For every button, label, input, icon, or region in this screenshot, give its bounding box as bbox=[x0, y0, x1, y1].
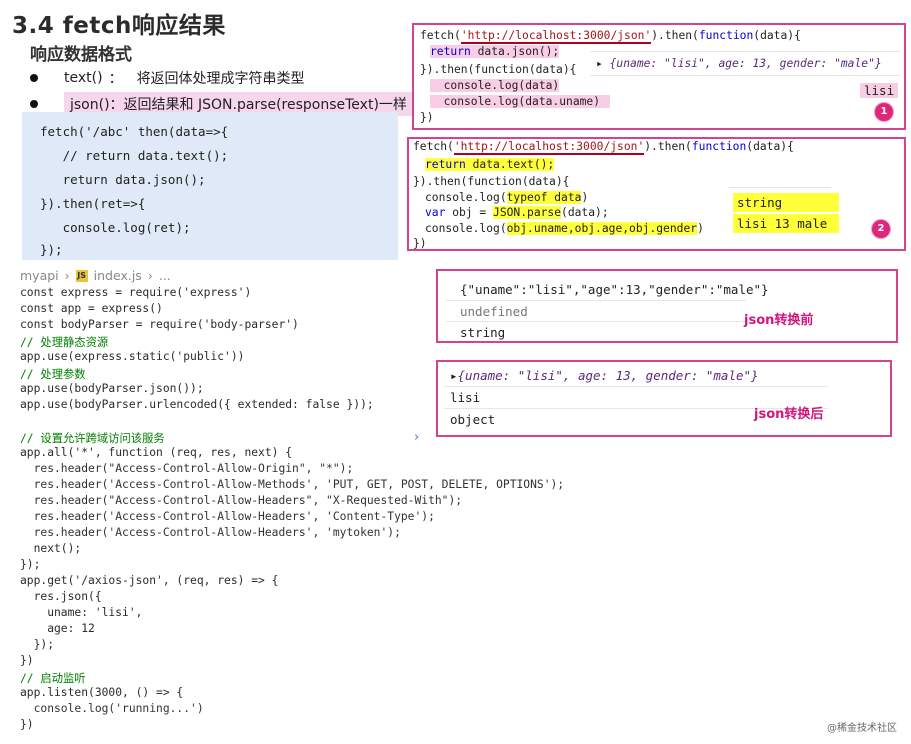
editor-code-line: // 设置允许跨域访问该服务 bbox=[20, 432, 165, 445]
code-line: return data.json(); bbox=[430, 45, 560, 58]
console-output-values: lisi 13 male bbox=[733, 214, 839, 233]
code-line: }).then(function(data){ bbox=[420, 63, 577, 76]
editor-code-line: app.use(bodyParser.json()); bbox=[20, 382, 204, 395]
console-output-line: undefined bbox=[460, 304, 528, 319]
expand-arrow-icon[interactable]: ▸ bbox=[450, 368, 458, 383]
console-panel-after: ▸{uname: "lisi", age: 13, gender: "male"… bbox=[436, 360, 892, 437]
bullet-label: json() bbox=[70, 97, 110, 113]
console-output-line: string bbox=[460, 325, 506, 340]
chevron-right-icon: › bbox=[147, 268, 153, 283]
snippet-line: console.log(ret); bbox=[40, 220, 191, 235]
editor-code-line: next(); bbox=[20, 542, 82, 555]
annotation-label: json转换前 bbox=[744, 313, 814, 328]
code-line: console.log(data.uname) bbox=[430, 95, 611, 108]
console-output-line: {"uname":"lisi","age":13,"gender":"male"… bbox=[460, 282, 769, 297]
console-output-type: string bbox=[733, 193, 839, 212]
editor-code-line: console.log('running...') bbox=[20, 702, 204, 715]
annotation-label: json转换后 bbox=[754, 407, 824, 422]
breadcrumb-file[interactable]: index.js bbox=[94, 268, 142, 283]
editor-code-line: res.json({ bbox=[20, 590, 102, 603]
editor-code-line: app.all('*', function (req, res, next) { bbox=[20, 446, 293, 459]
code-line: }) bbox=[420, 111, 434, 124]
chevron-right-icon: › bbox=[64, 268, 70, 283]
editor-code-line: age: 12 bbox=[20, 622, 95, 635]
console-output-line: object bbox=[450, 412, 496, 427]
editor-code-line: res.header("Access-Control-Allow-Origin"… bbox=[20, 462, 354, 475]
editor-code-line: res.header('Access-Control-Allow-Headers… bbox=[20, 526, 401, 539]
editor-code-line: res.header('Access-Control-Allow-Headers… bbox=[20, 510, 435, 523]
code-line: }).then(function(data){ bbox=[413, 175, 570, 188]
editor-code-line: }) bbox=[20, 654, 34, 667]
bullet-desc: 返回结果和 JSON.parse(responseText)一样 bbox=[123, 97, 407, 113]
page-title: 3.4 fetch响应结果 bbox=[12, 13, 226, 39]
code-line: return data.text(); bbox=[425, 158, 555, 171]
step-badge: 1 bbox=[874, 102, 894, 122]
code-line: console.log(data) bbox=[430, 79, 560, 92]
bullet-colon: ： bbox=[108, 71, 123, 87]
editor-code-line: app.use(express.static('public')) bbox=[20, 350, 245, 363]
editor-code-line: const bodyParser = require('body-parser'… bbox=[20, 318, 299, 331]
editor-code-line: const app = express() bbox=[20, 302, 163, 315]
code-line: var obj = JSON.parse(data); bbox=[425, 206, 609, 219]
console-panel-json: fetch('http://localhost:3000/json').then… bbox=[412, 23, 906, 130]
editor-code-line: res.header('Access-Control-Allow-Methods… bbox=[20, 478, 565, 491]
divider bbox=[590, 75, 900, 76]
editor-code-line: // 处理静态资源 bbox=[20, 336, 109, 349]
code-line: }) bbox=[413, 237, 427, 250]
divider bbox=[446, 321, 746, 322]
editor-code-line: // 处理参数 bbox=[20, 368, 86, 381]
expand-arrow-icon[interactable]: ▸ bbox=[596, 57, 603, 70]
snippet-line: fetch('/abc' then(data=>{ bbox=[40, 124, 229, 139]
divider bbox=[729, 187, 831, 188]
code-line: console.log(typeof data) bbox=[425, 191, 589, 204]
editor-code-line: app.listen(3000, () => { bbox=[20, 686, 184, 699]
console-output-line: lisi bbox=[450, 390, 481, 405]
divider bbox=[590, 51, 900, 52]
snippet-line: }); bbox=[40, 242, 63, 257]
editor-code-line: uname: 'lisi', bbox=[20, 606, 143, 619]
expand-arrow-icon[interactable]: › bbox=[414, 430, 419, 445]
bullet-dot-icon bbox=[30, 100, 38, 108]
divider bbox=[444, 386, 828, 387]
console-output-object[interactable]: ▸ {uname: "lisi", age: 13, gender: "male… bbox=[596, 57, 882, 70]
code-line: console.log(obj.uname,obj.age,obj.gender… bbox=[425, 222, 704, 235]
console-panel-before: {"uname":"lisi","age":13,"gender":"male"… bbox=[436, 269, 898, 343]
section-subtitle: 响应数据格式 bbox=[30, 45, 132, 65]
bullet-label: text() bbox=[64, 70, 103, 86]
bullet-item-text: text() ： 将返回体处理成字符串类型 bbox=[30, 68, 305, 88]
code-line: fetch('http://localhost:3000/json').then… bbox=[420, 29, 801, 44]
console-output-uname: lisi bbox=[860, 83, 899, 98]
js-file-icon: JS bbox=[75, 269, 88, 282]
snippet-line: }).then(ret=>{ bbox=[40, 196, 146, 211]
breadcrumb-folder[interactable]: myapi bbox=[20, 268, 59, 283]
snippet-line: // return data.text(); bbox=[40, 148, 229, 163]
console-output-object[interactable]: ▸{uname: "lisi", age: 13, gender: "male"… bbox=[450, 368, 759, 383]
editor-code-line: res.header("Access-Control-Allow-Headers… bbox=[20, 494, 463, 507]
code-snippet-box: fetch('/abc' then(data=>{ // return data… bbox=[22, 112, 398, 260]
editor-code-line: app.get('/axios-json', (req, res) => { bbox=[20, 574, 279, 587]
editor-code-line: // 启动监听 bbox=[20, 672, 86, 685]
snippet-line: return data.json(); bbox=[40, 172, 206, 187]
editor-code-line: app.use(bodyParser.urlencoded({ extended… bbox=[20, 398, 374, 411]
code-line: fetch('http://localhost:3000/json').then… bbox=[413, 140, 794, 155]
breadcrumb: myapi › JS index.js › ... bbox=[20, 268, 171, 283]
console-panel-text: fetch('http://localhost:3000/json').then… bbox=[407, 137, 906, 251]
step-badge: 2 bbox=[871, 219, 891, 239]
editor-code-line: }) bbox=[20, 718, 34, 731]
divider bbox=[446, 300, 746, 301]
editor-code-line: }); bbox=[20, 638, 55, 651]
bullet-dot-icon bbox=[30, 74, 38, 82]
watermark: @稀金技术社区 bbox=[827, 723, 897, 734]
breadcrumb-more[interactable]: ... bbox=[159, 268, 171, 283]
bullet-desc: 将返回体处理成字符串类型 bbox=[136, 71, 305, 87]
editor-code-line: }); bbox=[20, 558, 41, 571]
editor-code-line: const express = require('express') bbox=[20, 286, 252, 299]
